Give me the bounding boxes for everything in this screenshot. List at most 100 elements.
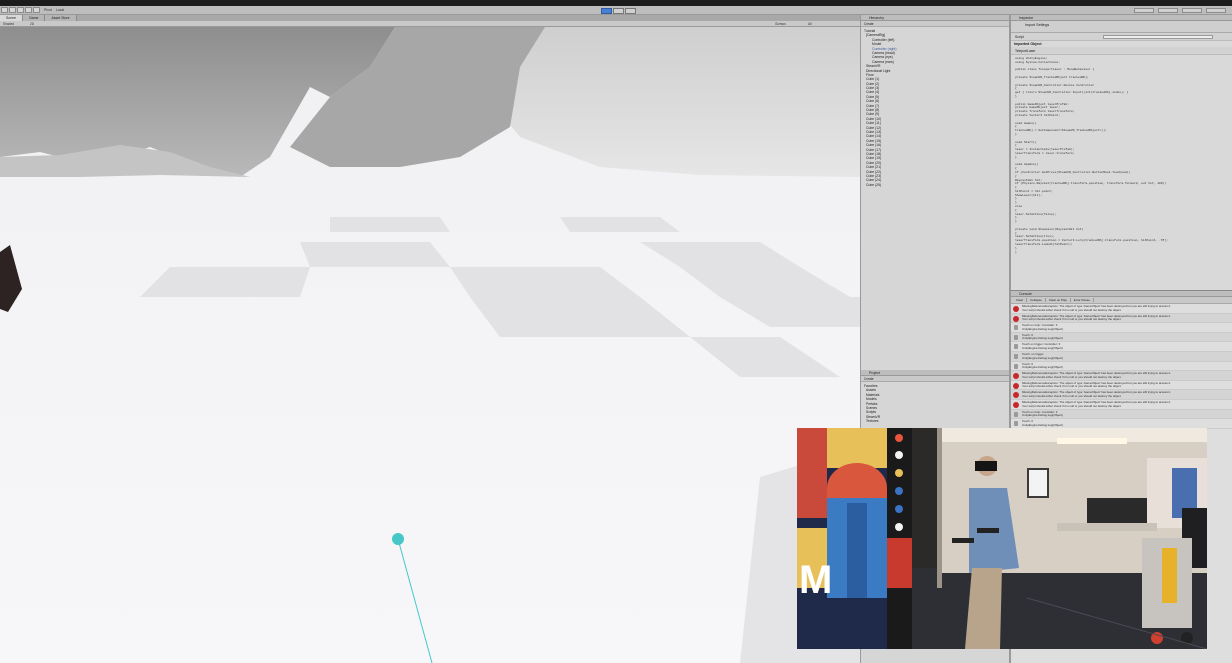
script-field[interactable] xyxy=(1103,35,1213,39)
scene-search[interactable]: All xyxy=(808,22,812,26)
webcam-photo: M xyxy=(797,428,1207,649)
console-log-detail: Your script should either check if it is… xyxy=(1022,393,1122,398)
hierarchy-item-cube-25[interactable]: Cube (25) xyxy=(861,183,1009,187)
console-log-entry[interactable]: MissingReferenceException: The object of… xyxy=(1011,371,1232,381)
console-log-entry[interactable]: MissingReferenceException: The object of… xyxy=(1011,304,1232,314)
cube-object[interactable] xyxy=(0,245,22,312)
console-log-text: Touch: 0 UnityEngine.Debug:Log(Object) xyxy=(1022,334,1063,342)
console-log-text: Touch on Grip: Controller: 3 UnityEngine.… xyxy=(1022,324,1063,332)
far-terrain xyxy=(480,27,860,177)
account-button[interactable] xyxy=(1158,7,1178,13)
play-controls xyxy=(601,7,637,14)
console-log-entry[interactable]: Touch on Grip: Controller: 3 UnityEngine.… xyxy=(1011,409,1232,420)
play-icon[interactable] xyxy=(601,7,612,14)
console-log-entry[interactable]: MissingReferenceException: The object of… xyxy=(1011,313,1232,324)
error-icon xyxy=(1013,392,1019,399)
scale-tool-icon[interactable] xyxy=(25,7,32,13)
console-clear-button[interactable]: Clear xyxy=(1013,298,1028,302)
console-log-text: Touch on trigger: Controller: 3 UnityEngi… xyxy=(1022,343,1063,351)
info-icon xyxy=(1014,411,1018,417)
space-toggle[interactable]: Local xyxy=(56,8,64,12)
console-clear-on-play-button[interactable]: Clear on Play xyxy=(1046,298,1071,302)
console-log-entry[interactable]: Touch: 0 UnityEngine.Debug:Log(Object) xyxy=(1011,362,1232,372)
console-log-detail: UnityEngine.Debug:Log(Object) xyxy=(1022,413,1063,418)
console-log-detail: Your script should either check if it is… xyxy=(1022,317,1122,322)
hand-tool-icon[interactable] xyxy=(1,7,8,13)
console-log-text: Touch: 0 UnityEngine.Debug:Log(Object) xyxy=(1022,363,1063,371)
shading-dropdown[interactable]: Shaded xyxy=(3,22,14,26)
console-log-text: Touch: 0 UnityEngine.Debug:Log(Object) xyxy=(1022,420,1063,428)
gizmos-dropdown[interactable]: Gizmos xyxy=(775,22,786,26)
step-icon[interactable] xyxy=(625,7,636,14)
laser-hit-point xyxy=(392,533,404,545)
checker-floor xyxy=(140,217,860,377)
console-log-text: Touch on Grip: Controller: 3 UnityEngine.… xyxy=(1022,411,1063,419)
rect-tool-icon[interactable] xyxy=(33,7,40,13)
console-log-detail: UnityEngine.Debug:Log(Object) xyxy=(1022,345,1063,350)
project-item-textures[interactable]: Textures xyxy=(861,419,1009,423)
right-toolbar xyxy=(1130,7,1226,13)
console-log-text: MissingReferenceException: The object of… xyxy=(1022,372,1171,380)
main-toolbar: Pivot Local xyxy=(0,6,1232,15)
console-log-text: MissingReferenceException: The object of… xyxy=(1022,305,1171,313)
console-log-detail: UnityEngine.Debug:Log(Object) xyxy=(1022,355,1063,360)
error-icon xyxy=(1013,382,1019,389)
console-log-detail: UnityEngine.Debug:Log(Object) xyxy=(1022,422,1063,427)
console-log-detail: Your script should either check if it is… xyxy=(1022,374,1122,379)
console-log-text: MissingReferenceException: The object of… xyxy=(1022,391,1171,399)
error-icon xyxy=(1013,306,1019,312)
console-log-list: MissingReferenceException: The object of… xyxy=(1011,304,1232,429)
info-icon xyxy=(1014,353,1018,359)
asset-name-row: TeleportLaser xyxy=(1011,47,1232,55)
console-log-detail: Your script should either check if it is… xyxy=(1022,307,1122,312)
error-icon xyxy=(1013,401,1019,408)
console-log-detail: Your script should either check if it is… xyxy=(1022,403,1122,408)
console-log-text: MissingReferenceException: The object of… xyxy=(1022,315,1171,323)
pause-icon[interactable] xyxy=(613,7,624,14)
console-log-text: Touch: on trigger UnityEngine.Debug:Log(O… xyxy=(1022,353,1063,361)
info-icon xyxy=(1014,421,1018,427)
console-log-text: MissingReferenceException: The object of… xyxy=(1022,382,1171,390)
move-tool-icon[interactable] xyxy=(9,7,16,13)
code-line: } xyxy=(1015,250,1017,254)
script-preview: using UnityEngine; using System.Collectio… xyxy=(1011,55,1232,254)
scene-render xyxy=(0,27,860,663)
asset-name: TeleportLaser xyxy=(1015,49,1036,53)
console-log-entry[interactable]: Touch: 0 UnityEngine.Debug:Log(Object) xyxy=(1011,332,1232,343)
layers-dropdown[interactable] xyxy=(1182,7,1202,13)
script-label: Script xyxy=(1015,35,1024,39)
hierarchy-tree: Tutorial [CameraRig] Controller (left) Mode… xyxy=(861,27,1009,187)
console-log-entry[interactable]: MissingReferenceException: The object of… xyxy=(1011,381,1232,391)
project-tree: Favorites Assets Materials Models Prefabs Sce… xyxy=(861,382,1009,424)
rotate-tool-icon[interactable] xyxy=(17,7,24,13)
script-row: Script xyxy=(1011,33,1232,41)
info-icon xyxy=(1014,344,1018,350)
console-log-detail: Your script should either check if it is… xyxy=(1022,384,1122,389)
error-icon xyxy=(1013,373,1019,380)
scene-viewport[interactable] xyxy=(0,27,860,663)
svg-text:M: M xyxy=(799,558,832,602)
collab-button[interactable] xyxy=(1134,7,1154,13)
console-log-entry[interactable]: MissingReferenceException: The object of… xyxy=(1011,390,1232,400)
console-log-entry[interactable]: Touch on trigger: Controller: 3 UnityEngi… xyxy=(1011,342,1232,352)
console-log-entry[interactable]: Touch: on trigger UnityEngine.Debug:Log(O… xyxy=(1011,351,1232,362)
console-log-text: MissingReferenceException: The object of… xyxy=(1022,401,1171,409)
pivot-toggle[interactable]: Pivot xyxy=(44,8,52,12)
console-log-detail: UnityEngine.Debug:Log(Object) xyxy=(1022,336,1063,341)
console-log-entry[interactable]: Touch on Grip: Controller: 3 UnityEngine.… xyxy=(1011,323,1232,333)
error-icon xyxy=(1013,315,1019,322)
layout-dropdown[interactable] xyxy=(1206,7,1226,13)
hierarchy-panel: Hierarchy Create Tutorial [CameraRig] Cont… xyxy=(860,15,1010,370)
console-log-entry[interactable]: MissingReferenceException: The object of… xyxy=(1011,400,1232,410)
info-icon xyxy=(1014,334,1018,340)
console-log-detail: UnityEngine.Debug:Log(Object) xyxy=(1022,326,1063,331)
laser-beam xyxy=(397,538,433,663)
console-error-pause-button[interactable]: Error Pause xyxy=(1071,298,1094,302)
webcam-overlay: M xyxy=(797,428,1207,649)
2d-toggle[interactable]: 2D xyxy=(30,22,34,26)
info-icon xyxy=(1014,325,1018,331)
info-icon xyxy=(1014,363,1018,369)
console-toolbar: Clear Collapse Clear on Play Error Pause xyxy=(1011,297,1232,304)
console-collapse-button[interactable]: Collapse xyxy=(1027,298,1046,302)
inspector-panel: Inspector Import Settings Script Importe… xyxy=(1010,15,1232,290)
